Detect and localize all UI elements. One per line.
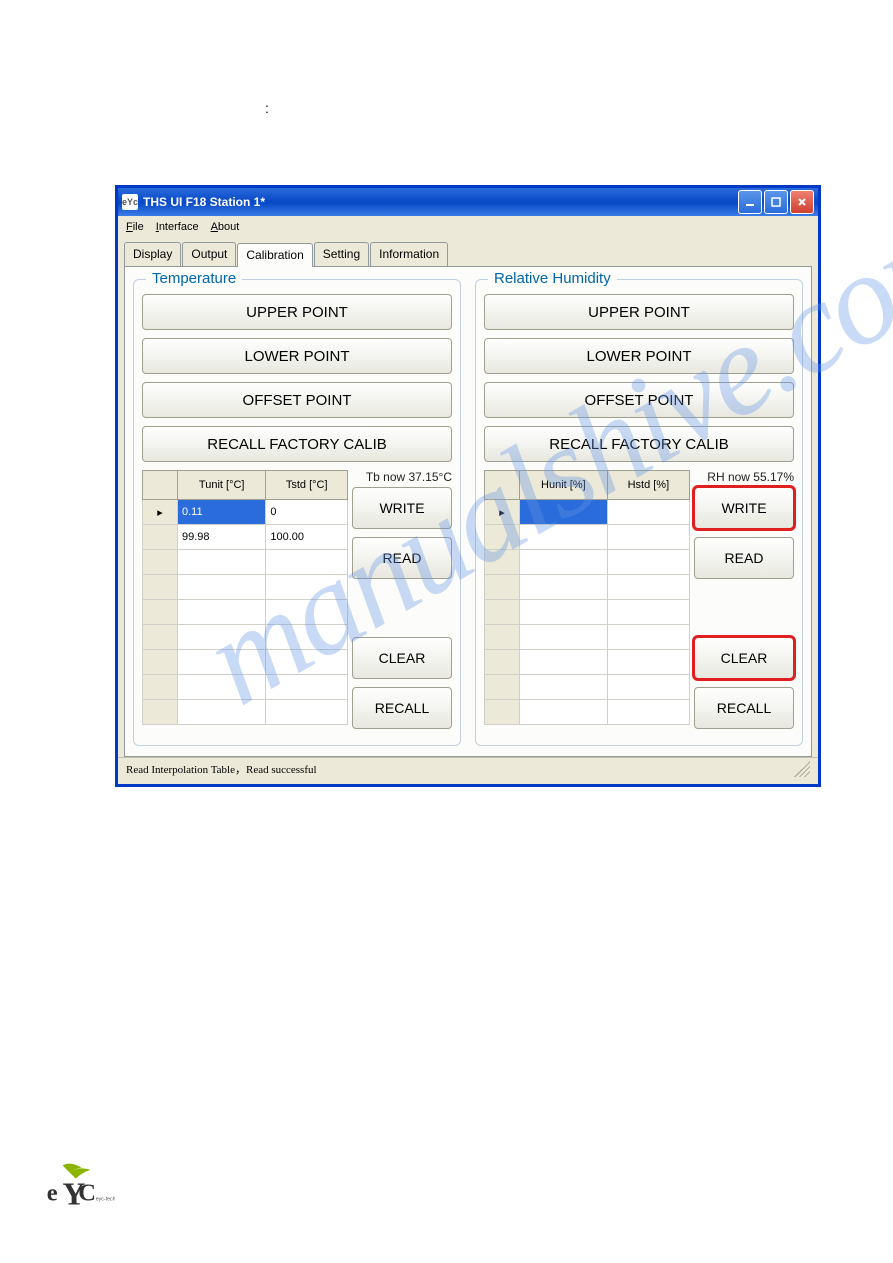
temp-cell[interactable] [178, 700, 266, 725]
status-bar: Read Interpolation Table，Read successful [118, 757, 818, 784]
rh-now-label: RH now 55.17% [694, 470, 794, 484]
temp-recall-button[interactable]: RECALL [352, 687, 452, 729]
status-text: Read Interpolation Table，Read successful [126, 761, 317, 781]
temp-clear-button[interactable]: CLEAR [352, 637, 452, 679]
rh-cell[interactable] [607, 675, 689, 700]
tab-information[interactable]: Information [370, 242, 448, 266]
row-selector-icon[interactable]: ▸ [143, 500, 178, 525]
rh-cell[interactable] [520, 650, 608, 675]
rh-grid[interactable]: Hunit [%]Hstd [%] ▸ [484, 470, 690, 737]
temp-cell[interactable]: 0 [266, 500, 348, 525]
temp-write-button[interactable]: WRITE [352, 487, 452, 529]
rh-cell[interactable] [607, 500, 689, 525]
menu-about[interactable]: About [211, 221, 240, 233]
temp-cell[interactable]: 0.11 [178, 500, 266, 525]
row-selector-icon[interactable]: ▸ [485, 500, 520, 525]
temp-col1: Tunit [°C] [178, 471, 266, 500]
temp-upper-point-button[interactable]: UPPER POINT [142, 294, 452, 330]
group-temperature: Temperature UPPER POINT LOWER POINT OFFS… [133, 279, 461, 746]
temp-read-button[interactable]: READ [352, 537, 452, 579]
maximize-button[interactable] [764, 190, 788, 214]
rh-lower-point-button[interactable]: LOWER POINT [484, 338, 794, 374]
group-title-humidity: Relative Humidity [488, 270, 617, 287]
temp-cell[interactable] [178, 650, 266, 675]
temp-cell[interactable] [266, 675, 348, 700]
tab-content: Temperature UPPER POINT LOWER POINT OFFS… [124, 266, 812, 757]
temp-cell[interactable]: 100.00 [266, 525, 348, 550]
window-title: THS UI F18 Station 1* [143, 195, 265, 209]
temp-recall-factory-button[interactable]: RECALL FACTORY CALIB [142, 426, 452, 462]
rh-col1: Hunit [%] [520, 471, 608, 500]
temp-cell[interactable]: 99.98 [178, 525, 266, 550]
rh-cell[interactable] [607, 650, 689, 675]
rh-read-button[interactable]: READ [694, 537, 794, 579]
temp-cell[interactable] [178, 625, 266, 650]
app-window: eYc THS UI F18 Station 1* File Interface… [115, 185, 821, 787]
eyc-tech-logo: e Y C eyc-tech [45, 1160, 115, 1213]
rh-cell[interactable] [520, 550, 608, 575]
rh-cell[interactable] [607, 575, 689, 600]
temp-offset-point-button[interactable]: OFFSET POINT [142, 382, 452, 418]
minimize-button[interactable] [738, 190, 762, 214]
temp-cell[interactable] [266, 600, 348, 625]
temp-cell[interactable] [178, 550, 266, 575]
rh-recall-factory-button[interactable]: RECALL FACTORY CALIB [484, 426, 794, 462]
temp-now-label: Tb now 37.15°C [352, 470, 452, 484]
temp-cell[interactable] [266, 700, 348, 725]
rh-cell[interactable] [520, 525, 608, 550]
tab-setting[interactable]: Setting [314, 242, 369, 266]
menu-interface[interactable]: Interface [156, 221, 199, 233]
temp-cell[interactable] [266, 575, 348, 600]
rh-clear-button[interactable]: CLEAR [694, 637, 794, 679]
temp-cell[interactable] [178, 575, 266, 600]
rh-recall-button[interactable]: RECALL [694, 687, 794, 729]
tab-bar: Display Output Calibration Setting Infor… [118, 238, 818, 266]
temp-lower-point-button[interactable]: LOWER POINT [142, 338, 452, 374]
tab-calibration[interactable]: Calibration [237, 243, 312, 267]
rh-cell[interactable] [607, 600, 689, 625]
rh-cell[interactable] [520, 600, 608, 625]
temp-col2: Tstd [°C] [266, 471, 348, 500]
svg-text:C: C [78, 1179, 96, 1206]
rh-write-button[interactable]: WRITE [694, 487, 794, 529]
rh-offset-point-button[interactable]: OFFSET POINT [484, 382, 794, 418]
temp-cell[interactable] [178, 675, 266, 700]
rh-cell[interactable] [607, 625, 689, 650]
app-icon: eYc [122, 194, 138, 210]
temp-cell[interactable] [178, 600, 266, 625]
rh-cell[interactable] [607, 525, 689, 550]
group-title-temperature: Temperature [146, 270, 242, 287]
resize-grip-icon[interactable] [794, 761, 810, 777]
temp-cell[interactable] [266, 550, 348, 575]
rh-cell[interactable] [520, 700, 608, 725]
temp-cell[interactable] [266, 650, 348, 675]
tab-display[interactable]: Display [124, 242, 181, 266]
rh-cell[interactable] [520, 625, 608, 650]
group-humidity: Relative Humidity UPPER POINT LOWER POIN… [475, 279, 803, 746]
rh-cell[interactable] [520, 675, 608, 700]
rh-cell[interactable] [607, 550, 689, 575]
menu-file[interactable]: File [126, 221, 144, 233]
rh-cell[interactable] [607, 700, 689, 725]
titlebar[interactable]: eYc THS UI F18 Station 1* [118, 188, 818, 216]
svg-text:e: e [47, 1179, 58, 1206]
temp-cell[interactable] [266, 625, 348, 650]
colon-text: : [265, 100, 269, 116]
close-button[interactable] [790, 190, 814, 214]
temp-grid[interactable]: Tunit [°C]Tstd [°C] ▸0.110 99.98100.00 [142, 470, 348, 737]
tab-output[interactable]: Output [182, 242, 236, 266]
menubar: File Interface About [118, 216, 818, 238]
rh-upper-point-button[interactable]: UPPER POINT [484, 294, 794, 330]
rh-col2: Hstd [%] [607, 471, 689, 500]
svg-text:eyc-tech: eyc-tech [96, 1196, 115, 1202]
rh-cell[interactable] [520, 500, 608, 525]
rh-cell[interactable] [520, 575, 608, 600]
